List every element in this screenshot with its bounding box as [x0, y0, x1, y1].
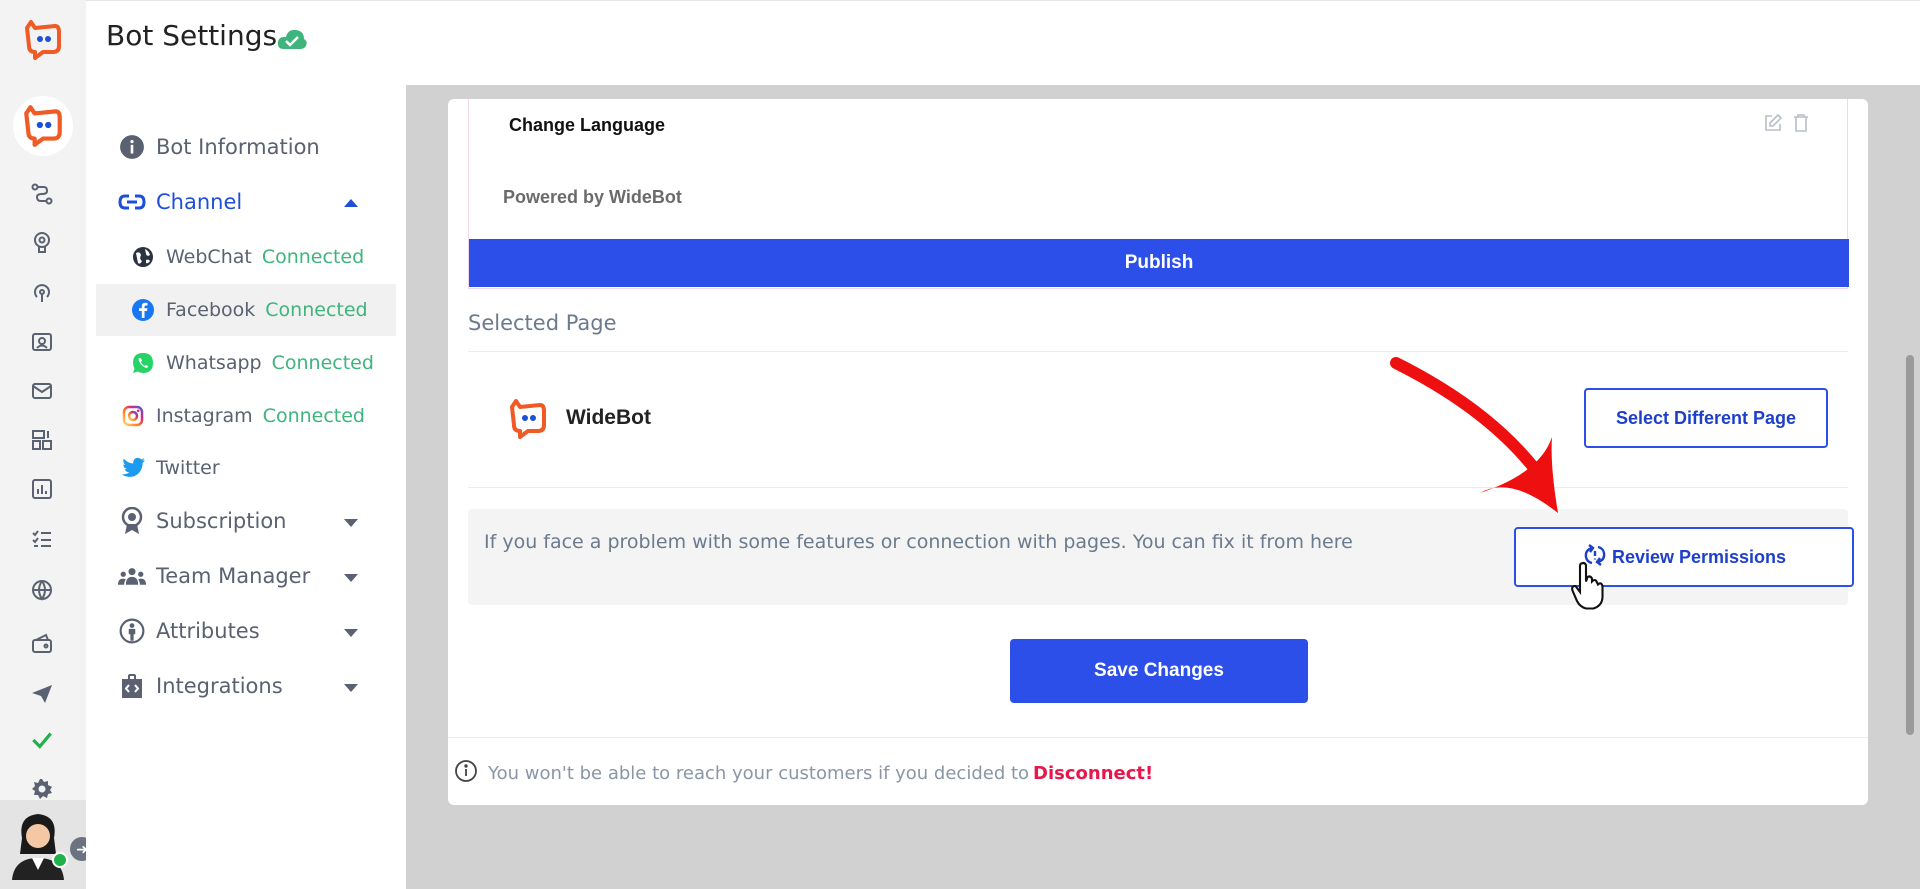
channel-item-webchat[interactable]: WebChat Connected	[86, 231, 386, 283]
review-permissions-button[interactable]: Review Permissions	[1514, 527, 1854, 587]
icon-rail: ➜	[0, 0, 94, 889]
channel-item-facebook[interactable]: Facebook Connected	[96, 284, 396, 336]
menu-label: Bot Information	[156, 135, 320, 159]
mail-icon[interactable]	[28, 377, 56, 405]
menu-team-manager[interactable]: Team Manager	[118, 562, 310, 590]
globe-icon	[130, 244, 156, 270]
instagram-icon	[120, 403, 146, 429]
select-different-page-button[interactable]: Select Different Page	[1584, 388, 1828, 448]
info-icon	[118, 133, 146, 161]
edit-icon[interactable]	[1763, 113, 1783, 138]
chevron-down-icon[interactable]	[344, 684, 358, 692]
channel-item-instagram[interactable]: Instagram Connected	[86, 390, 386, 442]
channel-item-twitter[interactable]: Twitter	[86, 442, 386, 494]
divider	[468, 351, 1848, 352]
channel-label: Whatsapp	[166, 352, 262, 374]
chevron-down-icon[interactable]	[344, 519, 358, 527]
menu-label: Team Manager	[156, 564, 311, 588]
menu-attributes[interactable]: Attributes	[118, 617, 260, 645]
warning-text: You won't be able to reach your customer…	[488, 763, 1030, 784]
page-name: WideBot	[566, 406, 651, 429]
top-header: Bot Settings	[86, 0, 1920, 85]
disconnect-warning: You won't be able to reach your customer…	[454, 759, 1153, 788]
fix-permissions-box: If you face a problem with some features…	[468, 509, 1854, 605]
flow-icon[interactable]	[28, 180, 56, 208]
connected-status: Connected	[265, 299, 368, 321]
menu-label: Attributes	[156, 619, 260, 643]
analytics-icon[interactable]	[28, 475, 56, 503]
scrollbar[interactable]	[1906, 355, 1914, 735]
online-status-dot	[52, 852, 68, 868]
connected-status: Connected	[262, 405, 365, 427]
menu-integrations[interactable]: Integrations	[118, 672, 283, 700]
menu-label: Integrations	[156, 674, 283, 698]
trash-icon[interactable]	[1793, 113, 1809, 138]
info-outline-icon	[454, 759, 478, 788]
team-icon	[118, 562, 146, 590]
divider	[468, 487, 1848, 488]
menu-label: Subscription	[156, 509, 287, 533]
settings-menu: Bot Information Channel WebChat Connecte…	[86, 85, 406, 889]
menu-subscription[interactable]: Subscription	[118, 507, 286, 535]
person-icon	[118, 617, 146, 645]
checklist-icon[interactable]	[28, 525, 56, 553]
channel-item-whatsapp[interactable]: Whatsapp Connected	[86, 337, 386, 389]
page-logo	[506, 397, 550, 446]
badge-icon	[118, 507, 146, 535]
hand-cursor-icon	[1571, 561, 1604, 610]
channel-label: Twitter	[156, 457, 220, 479]
connected-status: Connected	[271, 352, 374, 374]
globe-icon[interactable]	[28, 576, 56, 604]
widebot-logo[interactable]	[21, 18, 65, 67]
whatsapp-icon	[130, 350, 156, 376]
publish-button[interactable]: Publish	[469, 239, 1849, 287]
save-changes-button[interactable]: Save Changes	[1010, 639, 1308, 703]
check-icon[interactable]	[28, 726, 56, 754]
facebook-icon	[130, 297, 156, 323]
chevron-up-icon[interactable]	[344, 199, 358, 207]
change-language-label: Change Language	[509, 115, 666, 135]
menu-bot-information[interactable]: Bot Information	[118, 133, 320, 161]
channel-label: Facebook	[166, 299, 256, 321]
gear-icon[interactable]	[28, 775, 56, 803]
review-permissions-label: Review Permissions	[1611, 546, 1787, 567]
contacts-icon[interactable]	[28, 328, 56, 356]
annotation-arrow	[1390, 357, 1558, 513]
cloud-saved-icon	[276, 27, 308, 56]
channel-label: Instagram	[156, 405, 253, 427]
integrations-icon	[118, 672, 146, 700]
content-area: Change Language Powered by WideBot Publi…	[406, 85, 1920, 889]
dashboard-icon[interactable]	[28, 426, 56, 454]
webchat-widget-preview: Change Language Powered by WideBot Publi…	[468, 99, 1849, 289]
powered-by-label: Powered by WideBot	[503, 187, 682, 207]
disconnect-link[interactable]: Disconnect!	[1033, 763, 1153, 784]
menu-label: Channel	[156, 190, 243, 214]
selected-page-heading: Selected Page	[468, 311, 617, 335]
connected-status: Connected	[261, 246, 365, 268]
broadcast-icon[interactable]	[28, 278, 56, 306]
page-title: Bot Settings	[106, 19, 278, 52]
chevron-down-icon[interactable]	[344, 629, 358, 637]
channel-card: Change Language Powered by WideBot Publi…	[448, 99, 1868, 805]
link-icon	[118, 188, 146, 216]
chevron-down-icon[interactable]	[344, 574, 358, 582]
divider	[448, 737, 1868, 738]
send-icon[interactable]	[28, 680, 56, 708]
brain-icon[interactable]	[28, 228, 56, 256]
twitter-icon	[120, 455, 146, 481]
wallet-icon[interactable]	[28, 630, 56, 658]
fix-help-text: If you face a problem with some features…	[484, 531, 1353, 553]
menu-channel[interactable]: Channel	[118, 188, 242, 216]
current-bot-avatar[interactable]	[13, 96, 73, 156]
channel-label: WebChat	[166, 246, 252, 268]
